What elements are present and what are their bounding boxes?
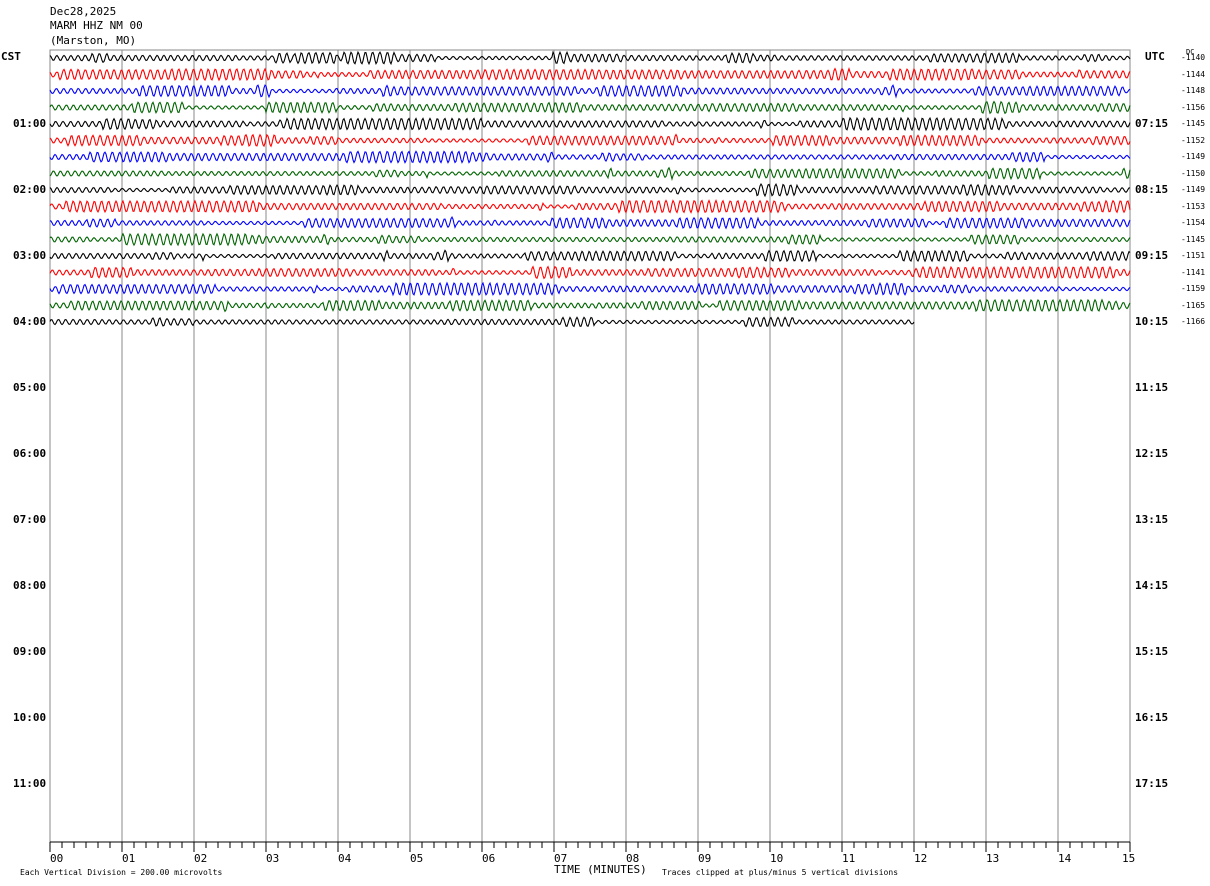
x-tick-label: 01 — [122, 852, 136, 865]
utc-hour-label: 14:15 — [1135, 579, 1169, 592]
clip-note: Traces clipped at plus/minus 5 vertical … — [662, 868, 899, 877]
cst-hour-label: 07:00 — [13, 513, 47, 526]
trace-line — [49, 50, 1131, 66]
x-tick-label: 10 — [770, 852, 784, 865]
utc-hour-label: 13:15 — [1135, 513, 1169, 526]
dc-offset-label: -1149 — [1181, 185, 1206, 194]
utc-hour-label: 10:15 — [1135, 315, 1169, 328]
x-tick-label: 00 — [50, 852, 64, 865]
trace-line — [49, 198, 1131, 214]
seismogram-plot — [49, 49, 1131, 852]
x-tick-label: 15 — [1122, 852, 1136, 865]
dc-offset-label: -1149 — [1181, 152, 1206, 161]
trace-line — [49, 67, 1131, 82]
x-tick-label: 02 — [194, 852, 208, 865]
utc-hour-label: 15:15 — [1135, 645, 1169, 658]
dc-offset-label: -1159 — [1181, 284, 1206, 293]
utc-hour-label: 11:15 — [1135, 381, 1169, 394]
cst-hour-label: 01:00 — [13, 117, 47, 130]
cst-hour-label: 09:00 — [13, 645, 47, 658]
dc-offset-label: -1148 — [1181, 86, 1206, 95]
trace-line — [49, 100, 1131, 115]
trace-line — [49, 183, 1130, 198]
dc-offset-label: -1165 — [1181, 300, 1206, 310]
dc-offset-label: -1145 — [1181, 119, 1206, 128]
x-tick-label: 11 — [842, 852, 856, 865]
utc-hour-label: 16:15 — [1135, 711, 1169, 724]
x-tick-label: 04 — [338, 852, 352, 865]
utc-hour-label: 12:15 — [1135, 447, 1169, 460]
x-tick-label: 13 — [986, 852, 1000, 865]
trace-line — [49, 166, 1131, 182]
x-tick-label: 14 — [1058, 852, 1072, 865]
dc-offset-label: -1145 — [1181, 234, 1206, 244]
dc-offset-label: -1153 — [1181, 201, 1206, 211]
trace-line — [49, 133, 1131, 148]
cst-hour-label: 04:00 — [13, 315, 47, 328]
trace-line — [49, 215, 1131, 230]
dc-offset-label: -1141 — [1181, 267, 1206, 277]
trace-line — [49, 150, 1131, 165]
x-tick-label: 12 — [914, 852, 928, 865]
trace-line — [49, 265, 1131, 280]
x-tick-label: 09 — [698, 852, 712, 865]
cst-hour-label: 06:00 — [13, 447, 47, 460]
trace-line — [49, 298, 1131, 313]
dc-offset-label: -1152 — [1181, 135, 1206, 145]
cst-hour-label: 02:00 — [13, 183, 47, 196]
utc-hour-label: 09:15 — [1135, 249, 1169, 262]
utc-hour-label: 07:15 — [1135, 117, 1169, 130]
trace-line — [49, 249, 1131, 264]
cst-hour-label: 08:00 — [13, 579, 47, 592]
x-tick-label: 05 — [410, 852, 424, 865]
trace-line — [49, 116, 1131, 132]
dc-offset-label: -1154 — [1181, 218, 1206, 227]
cst-hour-label: 05:00 — [13, 381, 47, 394]
x-tick-label: 06 — [482, 852, 496, 865]
cst-hour-label: 03:00 — [13, 249, 47, 262]
x-axis-label: TIME (MINUTES) — [554, 863, 647, 876]
utc-hour-label: 17:15 — [1135, 777, 1169, 790]
plot-frame — [49, 49, 1131, 843]
trace-line — [49, 281, 1131, 297]
dc-offset-label: -1150 — [1181, 168, 1206, 178]
scale-note: Each Vertical Division = 200.00 microvol… — [20, 868, 223, 877]
dc-offset-label: -1144 — [1181, 69, 1206, 79]
dc-offset-label: -1156 — [1181, 102, 1206, 112]
trace-line — [49, 84, 1131, 99]
helicorder: Dec28,2025 MARM HHZ NM 00 (Marston, MO) … — [0, 0, 1210, 886]
dc-offset-label: -1166 — [1181, 317, 1206, 326]
trace-line — [49, 232, 1131, 247]
cst-hour-label: 10:00 — [13, 711, 47, 724]
dc-offset-label: -1140 — [1181, 53, 1206, 62]
utc-hour-label: 08:15 — [1135, 183, 1169, 196]
cst-hour-label: 11:00 — [13, 777, 47, 790]
dc-offset-label: -1151 — [1181, 251, 1206, 260]
x-tick-label: 03 — [266, 852, 280, 865]
